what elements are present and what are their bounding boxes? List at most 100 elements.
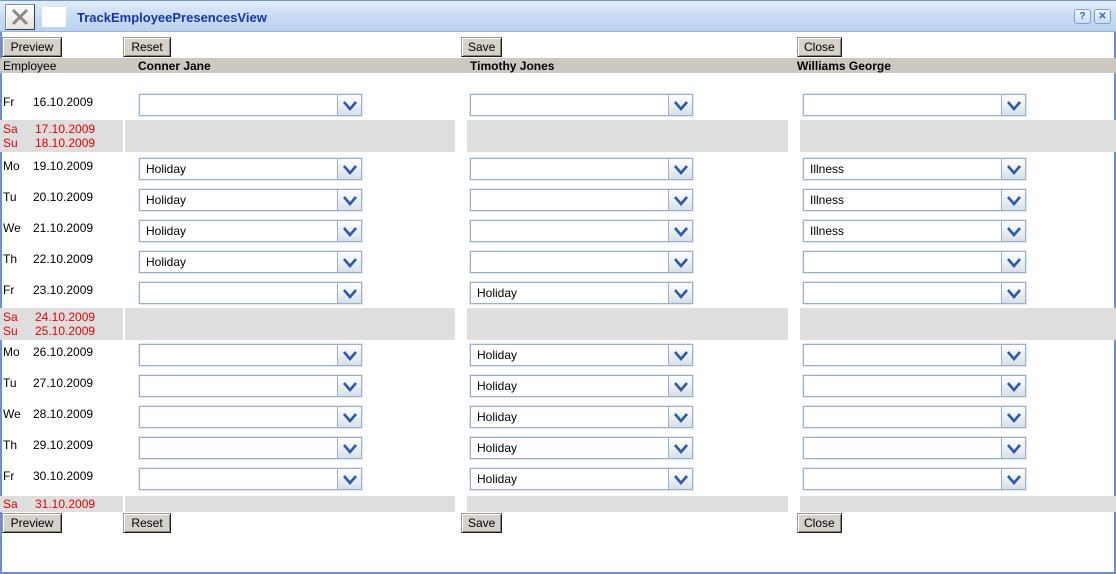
presence-select[interactable] bbox=[470, 94, 693, 116]
chevron-down-icon bbox=[668, 95, 692, 115]
presence-select[interactable]: Holiday bbox=[470, 406, 693, 428]
date-label: 23.10.2009 bbox=[33, 283, 94, 297]
chevron-down-icon bbox=[668, 159, 692, 179]
presence-select[interactable]: Holiday bbox=[139, 158, 362, 180]
titlebar-close-button[interactable]: ✕ bbox=[1094, 9, 1111, 24]
presence-value: Holiday bbox=[146, 255, 187, 269]
presence-select[interactable] bbox=[139, 468, 362, 490]
chevron-down-icon bbox=[668, 221, 692, 241]
chevron-down-icon bbox=[337, 438, 361, 458]
save-button[interactable]: Save bbox=[461, 513, 503, 533]
employee-name-header: Williams George bbox=[797, 59, 891, 73]
weekend-band bbox=[800, 120, 1116, 152]
weekend-day-label: Sa bbox=[3, 497, 18, 511]
presence-value: Holiday bbox=[146, 162, 187, 176]
presence-select[interactable] bbox=[803, 344, 1026, 366]
weekend-band bbox=[800, 308, 1116, 340]
reset-button[interactable]: Reset bbox=[123, 513, 171, 533]
presence-select[interactable]: Holiday bbox=[139, 189, 362, 211]
presence-select[interactable] bbox=[803, 468, 1026, 490]
presence-select[interactable] bbox=[803, 282, 1026, 304]
presence-select[interactable] bbox=[139, 437, 362, 459]
date-day-label: Fr bbox=[3, 283, 15, 297]
date-label: 21.10.2009 bbox=[33, 221, 94, 235]
date-label: 27.10.2009 bbox=[33, 376, 94, 390]
date-label: 30.10.2009 bbox=[33, 469, 94, 483]
weekend-band bbox=[467, 120, 788, 152]
date-day-label: We bbox=[3, 221, 21, 235]
presence-select[interactable]: Holiday bbox=[470, 344, 693, 366]
chevron-down-icon bbox=[337, 95, 361, 115]
presence-select[interactable]: Holiday bbox=[470, 282, 693, 304]
presence-select[interactable]: Holiday bbox=[139, 220, 362, 242]
presence-value: Illness bbox=[810, 224, 845, 238]
presence-select[interactable] bbox=[139, 375, 362, 397]
chevron-down-icon bbox=[668, 283, 692, 303]
presence-select[interactable] bbox=[139, 406, 362, 428]
weekend-day-label: Sa bbox=[3, 310, 18, 324]
presence-value: Holiday bbox=[477, 286, 518, 300]
presence-select[interactable] bbox=[803, 94, 1026, 116]
date-day-label: We bbox=[3, 407, 21, 421]
employee-column-label: Employee bbox=[3, 59, 57, 73]
presence-select[interactable]: Illness bbox=[803, 158, 1026, 180]
presence-select[interactable] bbox=[803, 406, 1026, 428]
chevron-down-icon bbox=[668, 190, 692, 210]
presence-select[interactable]: Holiday bbox=[470, 375, 693, 397]
chevron-down-icon bbox=[1001, 376, 1025, 396]
weekend-band bbox=[125, 120, 455, 152]
date-day-label: Th bbox=[3, 438, 18, 452]
presence-select[interactable] bbox=[139, 344, 362, 366]
date-day-label: Th bbox=[3, 252, 18, 266]
presence-select[interactable]: Holiday bbox=[470, 468, 693, 490]
date-label: 28.10.2009 bbox=[33, 407, 94, 421]
presence-value: Illness bbox=[810, 162, 845, 176]
presence-select[interactable] bbox=[803, 251, 1026, 273]
weekend-day-label: Su bbox=[3, 324, 18, 338]
preview-button[interactable]: Preview bbox=[2, 513, 62, 533]
presence-select[interactable]: Holiday bbox=[139, 251, 362, 273]
weekend-date-label: 18.10.2009 bbox=[35, 136, 96, 150]
date-label: 19.10.2009 bbox=[33, 159, 94, 173]
presence-select[interactable] bbox=[470, 220, 693, 242]
chevron-down-icon bbox=[337, 345, 361, 365]
chevron-down-icon bbox=[337, 407, 361, 427]
employee-name-header: Timothy Jones bbox=[470, 59, 555, 73]
help-button[interactable]: ? bbox=[1074, 9, 1091, 24]
chevron-down-icon bbox=[337, 159, 361, 179]
window-icon-placeholder bbox=[42, 7, 66, 27]
chevron-down-icon bbox=[337, 221, 361, 241]
presence-select[interactable] bbox=[803, 437, 1026, 459]
presence-select[interactable] bbox=[139, 94, 362, 116]
date-label: 16.10.2009 bbox=[33, 95, 94, 109]
presence-select[interactable] bbox=[139, 282, 362, 304]
chevron-down-icon bbox=[668, 252, 692, 272]
presence-select[interactable] bbox=[470, 158, 693, 180]
chevron-down-icon bbox=[1001, 469, 1025, 489]
date-label: 22.10.2009 bbox=[33, 252, 94, 266]
presence-select[interactable]: Holiday bbox=[470, 437, 693, 459]
presence-select[interactable] bbox=[470, 251, 693, 273]
date-label: 26.10.2009 bbox=[33, 345, 94, 359]
chevron-down-icon bbox=[668, 407, 692, 427]
close-button[interactable]: Close bbox=[797, 37, 842, 57]
presence-value: Holiday bbox=[477, 472, 518, 486]
presence-select[interactable]: Illness bbox=[803, 220, 1026, 242]
chevron-down-icon bbox=[1001, 345, 1025, 365]
weekend-band bbox=[125, 308, 455, 340]
save-button[interactable]: Save bbox=[461, 37, 503, 57]
chevron-down-icon bbox=[668, 438, 692, 458]
date-day-label: Tu bbox=[3, 376, 17, 390]
reset-button[interactable]: Reset bbox=[123, 37, 171, 57]
close-button[interactable]: Close bbox=[797, 513, 842, 533]
presence-select[interactable] bbox=[803, 375, 1026, 397]
presence-select[interactable] bbox=[470, 189, 693, 211]
presence-select[interactable]: Illness bbox=[803, 189, 1026, 211]
column-header-row: Employee Conner Jane Timothy Jones Willi… bbox=[0, 58, 1116, 73]
window-close-button[interactable] bbox=[5, 4, 35, 30]
chevron-down-icon bbox=[1001, 221, 1025, 241]
presence-value: Holiday bbox=[146, 193, 187, 207]
weekend-date-label: 24.10.2009 bbox=[35, 310, 96, 324]
preview-button[interactable]: Preview bbox=[2, 37, 62, 57]
weekend-band bbox=[125, 496, 455, 512]
